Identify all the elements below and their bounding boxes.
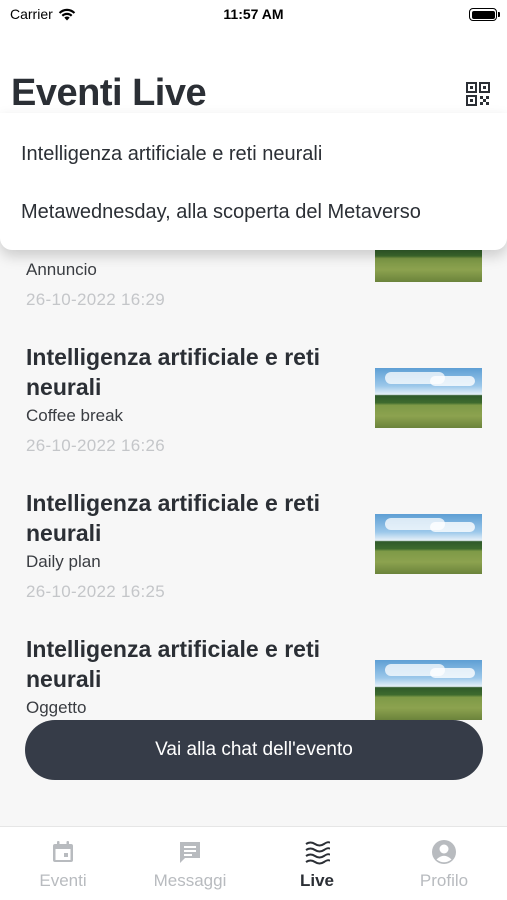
tab-label: Live [299, 871, 335, 890]
calendar-icon [53, 841, 73, 862]
feed-item-subtitle: Annuncio [26, 260, 97, 279]
dropdown-item[interactable]: Intelligenza artificiale e reti neurali [21, 143, 322, 166]
feed-item-subtitle: Oggetto [26, 698, 87, 717]
dropdown-item[interactable]: Metawednesday, alla scoperta del Metaver… [21, 201, 421, 224]
tab-eventi[interactable]: Eventi [0, 839, 126, 893]
message-icon [180, 842, 200, 863]
tab-profilo[interactable]: Profilo [381, 839, 507, 893]
feed-item-date: 26-10-2022 16:25 [26, 582, 166, 601]
feed-item-subtitle: Daily plan [26, 552, 101, 571]
tab-label: Eventi [39, 871, 87, 890]
event-thumbnail [375, 514, 482, 574]
feed-item-title: Intelligenza artificiale e reti neurali [26, 490, 320, 546]
tab-messaggi[interactable]: Messaggi [127, 839, 253, 893]
go-to-event-chat-button[interactable]: Vai alla chat dell'evento [25, 720, 483, 780]
thumbnail-cloud [430, 376, 475, 386]
event-dropdown-menu: Intelligenza artificiale e reti neurali … [0, 113, 507, 250]
event-thumbnail [375, 368, 482, 428]
tab-label: Profilo [419, 871, 469, 890]
event-thumbnail [375, 660, 482, 720]
qr-code-icon[interactable] [466, 82, 490, 106]
tab-bar: Eventi Messaggi Live Profilo [0, 826, 507, 900]
feed-item[interactable]: Intelligenza artificiale e reti neurali … [0, 342, 507, 482]
feed-item[interactable]: Intelligenza artificiale e reti neurali … [0, 488, 507, 628]
feed-item-subtitle: Coffee break [26, 406, 124, 425]
battery-icon [469, 8, 500, 21]
status-bar: Carrier 11:57 AM [0, 0, 507, 28]
feed-item-date: 26-10-2022 16:29 [26, 290, 166, 309]
profile-icon [432, 840, 456, 864]
feed-item-title: Intelligenza artificiale e reti neurali [26, 344, 320, 400]
thumbnail-cloud [430, 668, 475, 678]
app-screen: Carrier 11:57 AM Eventi Live Annuncio 26… [0, 0, 507, 900]
tab-live[interactable]: Live [254, 839, 380, 893]
feed-item-date: 26-10-2022 16:26 [26, 436, 166, 455]
waves-icon [305, 841, 330, 865]
thumbnail-cloud [430, 522, 475, 532]
feed-item-title: Intelligenza artificiale e reti neurali [26, 636, 320, 692]
page-title: Eventi Live [11, 72, 207, 114]
battery-level [471, 10, 495, 19]
header: Eventi Live [0, 60, 507, 120]
tab-label: Messaggi [153, 871, 227, 890]
status-time: 11:57 AM [223, 6, 284, 22]
